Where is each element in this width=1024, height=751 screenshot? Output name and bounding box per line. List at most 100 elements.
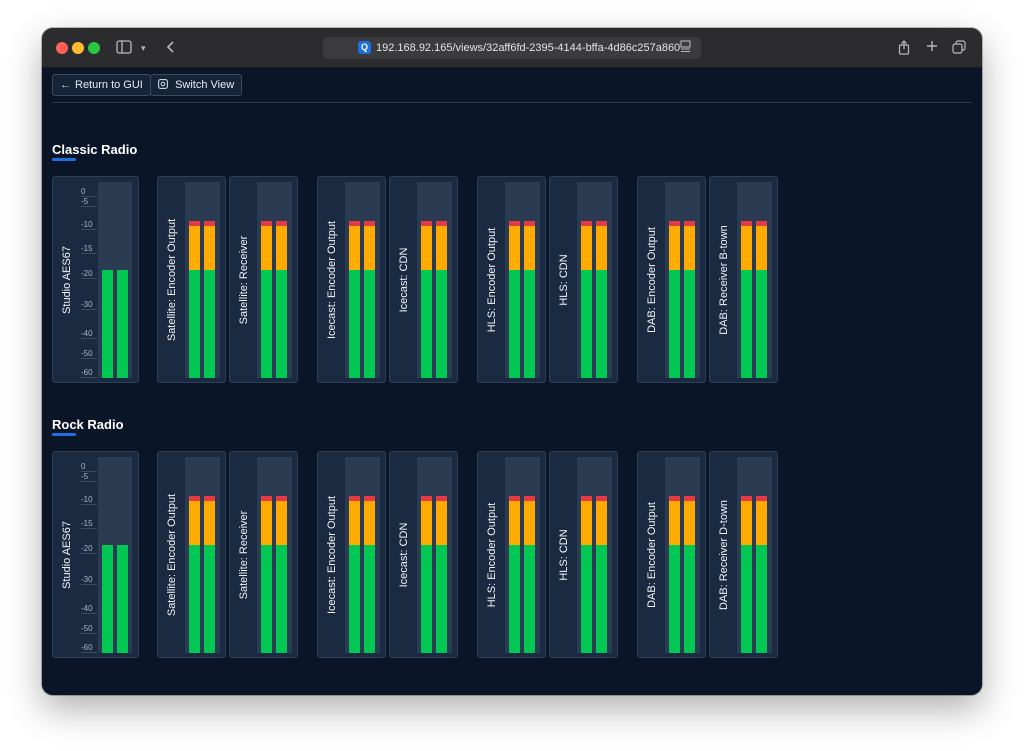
meter-card: DAB: Receiver D-town (709, 451, 778, 658)
db-scale-tick-line (81, 652, 97, 653)
tab-overview-icon[interactable] (952, 40, 966, 56)
level-bar-left (669, 221, 680, 378)
meter-label: Icecast: CDN (398, 522, 410, 588)
db-scale-tick-label: -50 (81, 624, 93, 633)
meter-card: Icecast: CDN (389, 451, 458, 658)
level-segment-yellow (421, 226, 432, 270)
level-segment-red (669, 221, 680, 226)
meter-label: Icecast: CDN (398, 247, 410, 313)
browser-window: ▾ Q 192.168.92.165/views/32aff6fd-2395-4… (42, 28, 982, 695)
level-bar-right (117, 270, 128, 378)
section-title-underline (52, 158, 76, 161)
level-bar-right (756, 221, 767, 378)
level-meter (185, 182, 220, 378)
level-segment-green (189, 545, 200, 653)
level-segment-red (596, 221, 607, 226)
meter-card: DAB: Receiver B-town (709, 176, 778, 383)
db-scale-tick-line (81, 504, 97, 505)
level-meter (257, 457, 292, 653)
level-segment-red (364, 221, 375, 226)
level-segment-red (756, 496, 767, 501)
meter-label: Satellite: Encoder Output (166, 493, 178, 617)
level-segment-yellow (524, 501, 535, 545)
level-meter (665, 182, 700, 378)
level-segment-green (436, 545, 447, 653)
level-segment-red (741, 496, 752, 501)
level-bar-right (596, 496, 607, 653)
level-segment-yellow (421, 501, 432, 545)
level-segment-green (684, 545, 695, 653)
back-arrow-icon[interactable] (166, 40, 176, 56)
level-bar-left (102, 270, 113, 378)
url-text[interactable]: 192.168.92.165/views/32aff6fd-2395-4144-… (376, 40, 680, 56)
meter-card: Studio AES67 0 -5 -10 -15 -20 -30 -40 -50 -60 (52, 176, 139, 383)
db-scale-tick-line (81, 377, 97, 378)
meter-card: Icecast: Encoder Output (317, 176, 386, 383)
level-segment-red (349, 496, 360, 501)
level-segment-green (102, 270, 113, 378)
level-bar-left (741, 496, 752, 653)
level-segment-red (204, 496, 215, 501)
db-scale-tick-label: -20 (81, 269, 93, 278)
return-to-gui-button[interactable]: ← Return to GUI (52, 74, 151, 96)
db-scale-tick-label: -5 (81, 197, 89, 206)
level-segment-yellow (509, 226, 520, 270)
level-bar-left (581, 221, 592, 378)
level-meter (577, 457, 612, 653)
level-segment-green (684, 270, 695, 378)
close-window-button[interactable] (56, 42, 68, 54)
level-segment-red (421, 496, 432, 501)
level-segment-red (276, 496, 287, 501)
level-segment-yellow (596, 501, 607, 545)
meter-card: Satellite: Encoder Output (157, 176, 226, 383)
level-bar-right (204, 221, 215, 378)
level-segment-red (756, 221, 767, 226)
minimize-window-button[interactable] (72, 42, 84, 54)
new-tab-icon[interactable] (926, 40, 938, 56)
reader-mode-icon[interactable] (680, 40, 691, 58)
level-segment-yellow (261, 226, 272, 270)
meter-label: Satellite: Receiver (238, 510, 250, 600)
level-segment-red (276, 221, 287, 226)
level-segment-green (364, 545, 375, 653)
level-segment-red (524, 496, 535, 501)
zoom-window-button[interactable] (88, 42, 100, 54)
meter-label: DAB: Receiver B-town (718, 225, 730, 335)
sidebar-toggle-icon[interactable] (116, 40, 132, 56)
level-segment-yellow (189, 226, 200, 270)
meter-label: Satellite: Encoder Output (166, 218, 178, 342)
level-segment-red (189, 221, 200, 226)
switch-view-button[interactable]: Switch View (150, 74, 243, 96)
meter-card: DAB: Encoder Output (637, 176, 706, 383)
meter-label: Satellite: Receiver (238, 235, 250, 325)
section-title: Rock Radio (52, 417, 124, 432)
level-segment-green (204, 270, 215, 378)
meter-label: Studio AES67 (61, 521, 73, 589)
share-icon[interactable] (898, 40, 910, 56)
level-bar-right (276, 221, 287, 378)
level-segment-green (117, 270, 128, 378)
level-segment-yellow (524, 226, 535, 270)
level-segment-yellow (684, 226, 695, 270)
level-segment-green (421, 270, 432, 378)
meter-label: DAB: Receiver D-town (718, 499, 730, 611)
meter-label: HLS: Encoder Output (486, 502, 498, 608)
db-scale-tick-line (81, 613, 97, 614)
address-bar[interactable]: Q 192.168.92.165/views/32aff6fd-2395-414… (323, 37, 701, 59)
return-to-gui-label: Return to GUI (75, 79, 143, 91)
level-segment-green (741, 270, 752, 378)
level-segment-red (421, 221, 432, 226)
level-bar-left (189, 496, 200, 653)
meter-label: HLS: Encoder Output (486, 227, 498, 333)
level-bar-right (684, 221, 695, 378)
level-segment-yellow (189, 501, 200, 545)
level-segment-green (276, 545, 287, 653)
db-scale-tick-line (81, 528, 97, 529)
level-segment-yellow (364, 226, 375, 270)
toolbar-divider (52, 102, 972, 103)
level-segment-green (756, 270, 767, 378)
chevron-down-icon[interactable]: ▾ (141, 40, 146, 56)
level-segment-red (509, 221, 520, 226)
level-bar-left (741, 221, 752, 378)
level-segment-green (596, 270, 607, 378)
